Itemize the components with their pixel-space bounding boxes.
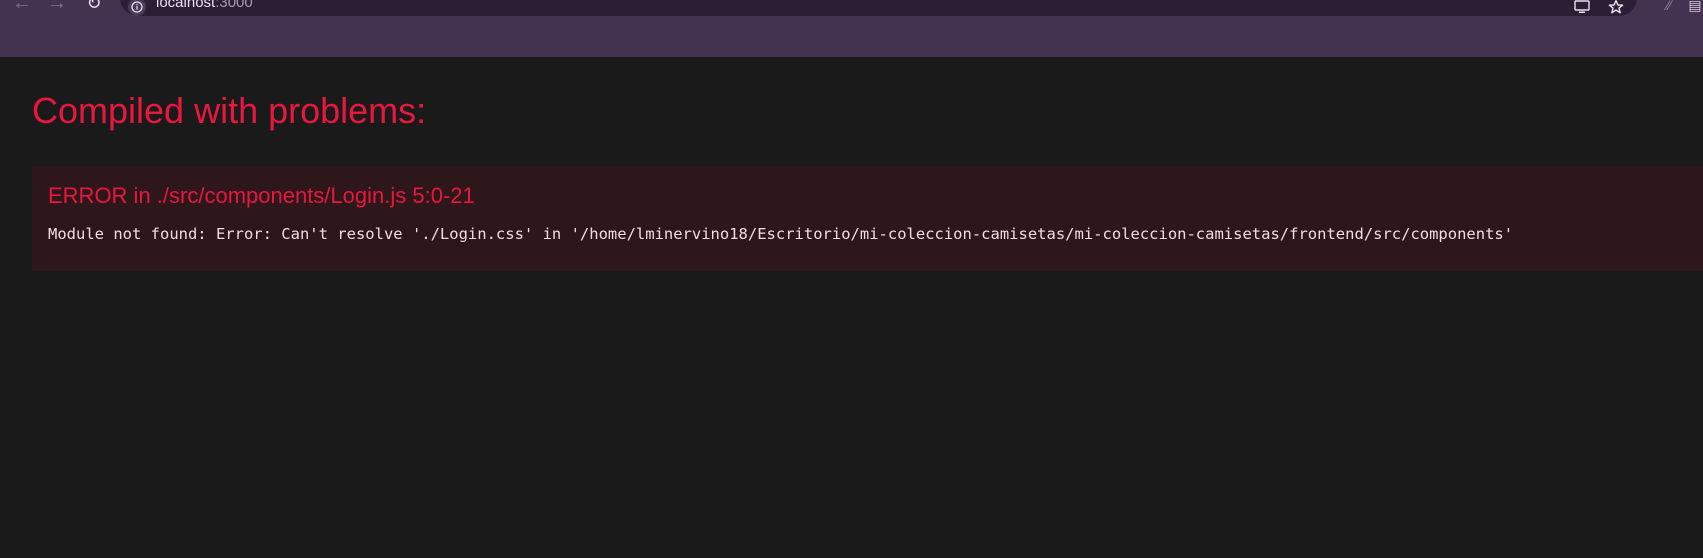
arrow-left-icon: ← xyxy=(12,0,32,14)
overlay-title: Compiled with problems: xyxy=(32,90,427,131)
extensions-button[interactable]: ⁄⁄ xyxy=(1660,0,1678,14)
error-card: ERROR in ./src/components/Login.js 5:0-2… xyxy=(32,166,1703,271)
error-message: Module not found: Error: Can't resolve '… xyxy=(48,225,1514,243)
cast-button[interactable] xyxy=(1572,0,1592,17)
puzzle-icon: ⁄⁄ xyxy=(1666,0,1672,13)
error-overlay: Compiled with problems: ERROR in ./src/c… xyxy=(0,57,1703,558)
reload-icon: ↻ xyxy=(86,0,102,13)
browser-toolbar: ← → ↻ localhost:3000 ⁄⁄ ▤ xyxy=(0,0,1703,58)
profile-icon: ▤ xyxy=(1688,0,1702,13)
url-host: localhost xyxy=(156,0,216,11)
cast-icon xyxy=(1574,0,1590,13)
back-button[interactable]: ← xyxy=(9,0,35,16)
site-info-button[interactable] xyxy=(128,0,146,16)
star-icon xyxy=(1608,0,1624,14)
arrow-right-icon: → xyxy=(47,0,67,14)
profile-button[interactable]: ▤ xyxy=(1686,0,1703,14)
url-port: :3000 xyxy=(215,0,253,11)
address-bar[interactable]: localhost:3000 xyxy=(120,0,1637,16)
bookmark-button[interactable] xyxy=(1606,0,1626,17)
error-header: ERROR in ./src/components/Login.js 5:0-2… xyxy=(48,183,475,208)
forward-button[interactable]: → xyxy=(44,0,70,16)
info-icon xyxy=(131,1,143,13)
reload-button[interactable]: ↻ xyxy=(81,0,107,16)
url-text[interactable]: localhost:3000 xyxy=(156,0,253,11)
